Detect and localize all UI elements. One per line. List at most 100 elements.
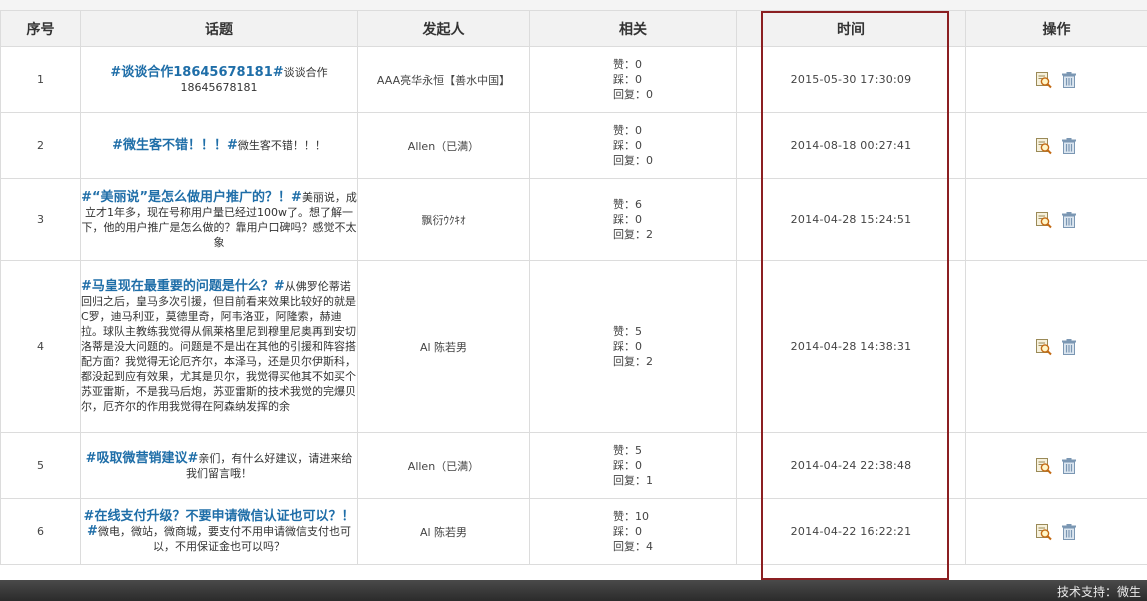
row-topic: #谈谈合作18645678181#谈谈合作18645678181 <box>80 46 358 113</box>
row-related: 赞：6 踩：0 回复：2 <box>529 178 737 261</box>
row-initiator: Allen（已满） <box>357 432 530 499</box>
view-magnifier-icon[interactable] <box>1035 457 1053 475</box>
row-initiator: 飘衍ｳｸｷｵ <box>357 178 530 261</box>
replies-count: 2 <box>646 355 653 368</box>
header-seq: 序号 <box>0 10 81 47</box>
replies-count: 2 <box>646 228 653 241</box>
likes-label: 赞： <box>613 325 635 338</box>
table-row: 3 #“美丽说”是怎么做用户推广的？！#美丽说，成立才1年多，现在号称用户量已经… <box>0 178 1147 261</box>
row-related: 赞：0 踩：0 回复：0 <box>529 46 737 113</box>
trash-icon[interactable] <box>1060 523 1078 541</box>
likes-count: 0 <box>635 124 642 137</box>
likes-label: 赞： <box>613 444 635 457</box>
view-magnifier-icon[interactable] <box>1035 71 1053 89</box>
topic-title-link[interactable]: #“美丽说”是怎么做用户推广的？！# <box>81 190 302 205</box>
likes-count: 10 <box>635 510 649 523</box>
replies-count: 4 <box>646 540 653 553</box>
header-time: 时间 <box>736 10 966 47</box>
row-actions <box>965 432 1147 499</box>
dislikes-label: 踩： <box>613 459 635 472</box>
row-topic: #“美丽说”是怎么做用户推广的？！#美丽说，成立才1年多，现在号称用户量已经过1… <box>80 178 358 261</box>
row-time: 2014-04-22 16:22:21 <box>736 498 966 565</box>
footer-bar: 技术支持：微生 <box>0 580 1147 601</box>
row-related: 赞：5 踩：0 回复：2 <box>529 260 737 433</box>
topic-title-link[interactable]: #吸取微营销建议# <box>86 451 199 466</box>
replies-count: 0 <box>646 154 653 167</box>
header-related: 相关 <box>529 10 737 47</box>
table-row: 4 #马皇现在最重要的问题是什么？#从佛罗伦蒂诺回归之后，皇马多次引援，但目前看… <box>0 260 1147 433</box>
dislikes-count: 0 <box>635 525 642 538</box>
table-row: 2 #微生客不错！！！#微生客不错！！！ Allen（已满） 赞：0 踩：0 回… <box>0 112 1147 179</box>
row-index: 3 <box>0 178 81 261</box>
replies-label: 回复： <box>613 228 646 241</box>
row-related: 赞：10 踩：0 回复：4 <box>529 498 737 565</box>
row-time: 2014-04-28 15:24:51 <box>736 178 966 261</box>
view-magnifier-icon[interactable] <box>1035 523 1053 541</box>
topic-title-link[interactable]: #马皇现在最重要的问题是什么？# <box>81 279 285 294</box>
trash-icon[interactable] <box>1060 137 1078 155</box>
row-actions <box>965 498 1147 565</box>
row-topic: #在线支付升级？不要申请微信认证也可以？！#微电，微站，微商城，要支付不用申请微… <box>80 498 358 565</box>
topics-table: 序号 话题 发起人 相关 时间 操作 1 #谈谈合作18645678181#谈谈… <box>0 10 1147 565</box>
trash-icon[interactable] <box>1060 457 1078 475</box>
dislikes-count: 0 <box>635 73 642 86</box>
view-magnifier-icon[interactable] <box>1035 211 1053 229</box>
replies-label: 回复： <box>613 355 646 368</box>
row-initiator: Allen（已满） <box>357 112 530 179</box>
topic-body: 亲们，有什么好建议，请进来给我们留言哦！ <box>186 451 353 480</box>
row-actions <box>965 178 1147 261</box>
trash-icon[interactable] <box>1060 338 1078 356</box>
replies-count: 1 <box>646 474 653 487</box>
row-topic: #马皇现在最重要的问题是什么？#从佛罗伦蒂诺回归之后，皇马多次引援，但目前看来效… <box>80 260 358 433</box>
row-related: 赞：5 踩：0 回复：1 <box>529 432 737 499</box>
row-actions <box>965 46 1147 113</box>
topic-title-link[interactable]: #微生客不错！！！# <box>112 138 238 153</box>
table-body: 1 #谈谈合作18645678181#谈谈合作18645678181 AAA亮华… <box>0 46 1147 565</box>
likes-label: 赞： <box>613 510 635 523</box>
row-time: 2014-04-24 22:38:48 <box>736 432 966 499</box>
table-row: 1 #谈谈合作18645678181#谈谈合作18645678181 AAA亮华… <box>0 46 1147 113</box>
dislikes-label: 踩： <box>613 525 635 538</box>
topic-body: 从佛罗伦蒂诺回归之后，皇马多次引援，但目前看来效果比较好的就是C罗，迪马利亚，莫… <box>81 280 356 413</box>
row-actions <box>965 112 1147 179</box>
row-index: 1 <box>0 46 81 113</box>
likes-label: 赞： <box>613 58 635 71</box>
header-actions: 操作 <box>965 10 1147 47</box>
trash-icon[interactable] <box>1060 71 1078 89</box>
view-magnifier-icon[interactable] <box>1035 338 1053 356</box>
row-initiator: Al 陈若男 <box>357 260 530 433</box>
dislikes-count: 0 <box>635 139 642 152</box>
row-topic: #微生客不错！！！#微生客不错！！！ <box>80 112 358 179</box>
footer-text: 技术支持：微生 <box>1056 585 1141 599</box>
replies-count: 0 <box>646 88 653 101</box>
replies-label: 回复： <box>613 474 646 487</box>
likes-label: 赞： <box>613 124 635 137</box>
replies-label: 回复： <box>613 540 646 553</box>
row-time: 2014-04-28 14:38:31 <box>736 260 966 433</box>
likes-count: 5 <box>635 444 642 457</box>
row-time: 2015-05-30 17:30:09 <box>736 46 966 113</box>
table-row: 5 #吸取微营销建议#亲们，有什么好建议，请进来给我们留言哦！ Allen（已满… <box>0 432 1147 499</box>
dislikes-label: 踩： <box>613 139 635 152</box>
view-magnifier-icon[interactable] <box>1035 137 1053 155</box>
replies-label: 回复： <box>613 88 646 101</box>
dislikes-count: 0 <box>635 340 642 353</box>
header-topic: 话题 <box>80 10 358 47</box>
row-index: 6 <box>0 498 81 565</box>
table-row: 6 #在线支付升级？不要申请微信认证也可以？！#微电，微站，微商城，要支付不用申… <box>0 498 1147 565</box>
replies-label: 回复： <box>613 154 646 167</box>
trash-icon[interactable] <box>1060 211 1078 229</box>
row-actions <box>965 260 1147 433</box>
dislikes-label: 踩： <box>613 73 635 86</box>
topic-body: 微生客不错！！！ <box>237 139 326 152</box>
dislikes-label: 踩： <box>613 340 635 353</box>
row-initiator: Al 陈若男 <box>357 498 530 565</box>
row-index: 5 <box>0 432 81 499</box>
likes-count: 5 <box>635 325 642 338</box>
topic-title-link[interactable]: #谈谈合作18645678181# <box>110 65 283 80</box>
row-index: 4 <box>0 260 81 433</box>
table-header-row: 序号 话题 发起人 相关 时间 操作 <box>0 10 1147 47</box>
row-initiator: AAA亮华永恒【善水中国】 <box>357 46 530 113</box>
dislikes-label: 踩： <box>613 213 635 226</box>
likes-count: 6 <box>635 198 642 211</box>
